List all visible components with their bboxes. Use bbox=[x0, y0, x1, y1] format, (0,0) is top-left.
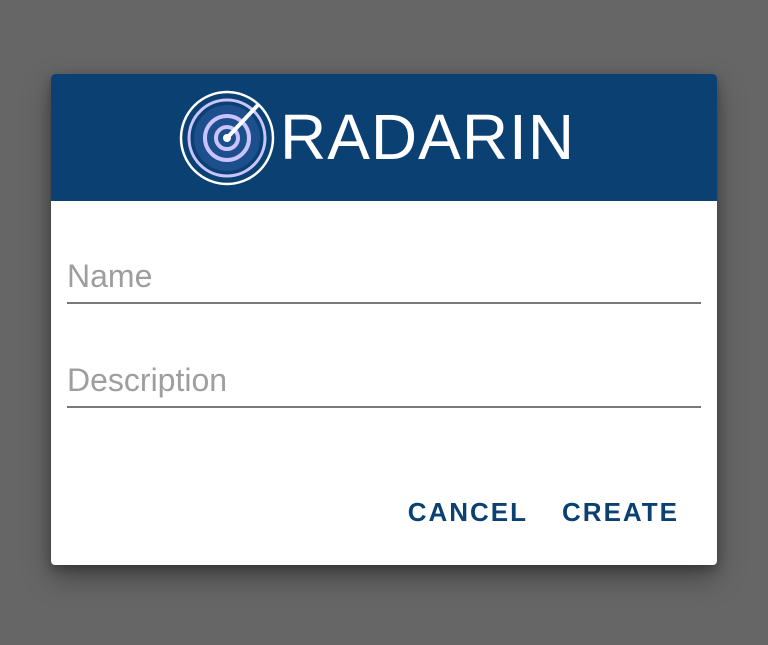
create-dialog: RADARIN CANCEL CREATE bbox=[51, 74, 717, 565]
description-input[interactable] bbox=[67, 356, 701, 404]
description-field[interactable] bbox=[67, 356, 701, 408]
dialog-header: RADARIN bbox=[51, 74, 717, 201]
create-button[interactable]: CREATE bbox=[562, 497, 679, 528]
cancel-button[interactable]: CANCEL bbox=[408, 497, 528, 528]
brand-name: RADARIN bbox=[280, 101, 576, 173]
brand-logo: RADARIN bbox=[177, 88, 597, 188]
name-field[interactable] bbox=[67, 252, 701, 304]
radar-icon bbox=[179, 90, 275, 186]
dialog-actions: CANCEL CREATE bbox=[408, 492, 679, 532]
name-input[interactable] bbox=[67, 252, 701, 300]
